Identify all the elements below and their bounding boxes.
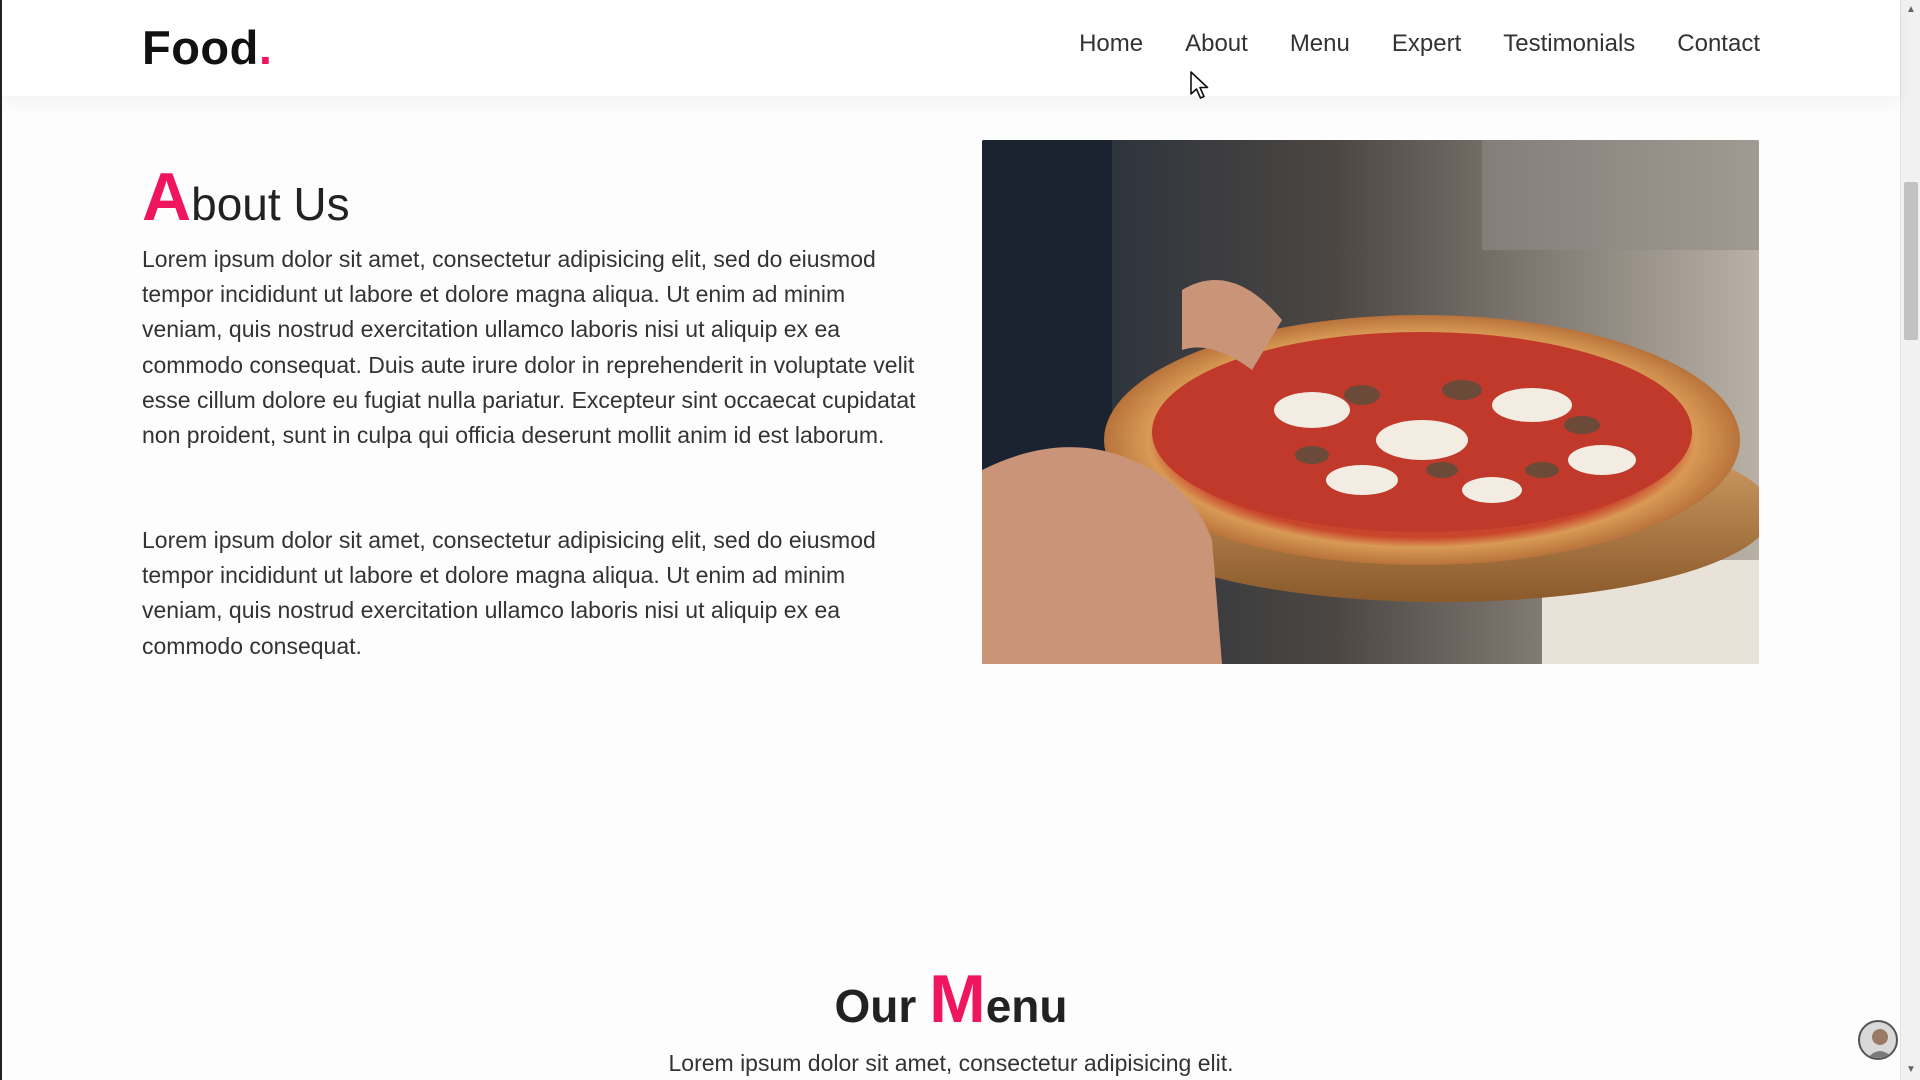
site-header: Food. Home About Menu Expert Testimonial… — [2, 0, 1900, 96]
menu-subtitle: Lorem ipsum dolor sit amet, consectetur … — [668, 1050, 1234, 1076]
about-heading-cap: A — [142, 159, 192, 235]
nav-about[interactable]: About — [1185, 30, 1248, 58]
menu-heading-pre: Our — [834, 980, 930, 1032]
scroll-down-icon[interactable]: ▼ — [1905, 1064, 1917, 1076]
menu-heading: Our Menu — [2, 960, 1900, 1038]
about-heading-rest: bout Us — [191, 178, 350, 230]
nav-menu[interactable]: Menu — [1290, 30, 1350, 58]
logo[interactable]: Food. — [142, 20, 272, 75]
about-paragraph-1: Lorem ipsum dolor sit amet, consectetur … — [142, 246, 916, 449]
menu-heading-cap: M — [929, 961, 986, 1037]
vertical-scrollbar[interactable]: ▲ ▼ — [1900, 0, 1920, 1080]
avatar — [1858, 1020, 1898, 1060]
main-nav: Home About Menu Expert Testimonials Cont… — [1079, 30, 1760, 58]
nav-contact[interactable]: Contact — [1677, 30, 1760, 58]
logo-dot: . — [258, 21, 273, 74]
menu-heading-rest: enu — [985, 980, 1068, 1032]
about-paragraph-2: Lorem ipsum dolor sit amet, consectetur … — [142, 527, 876, 659]
logo-text: Food — [142, 21, 259, 74]
nav-home[interactable]: Home — [1079, 30, 1143, 58]
nav-expert[interactable]: Expert — [1392, 30, 1461, 58]
page: Food. Home About Menu Expert Testimonial… — [0, 0, 1920, 1080]
scroll-thumb[interactable] — [1904, 182, 1918, 340]
pizza-photo — [982, 140, 1759, 664]
scroll-up-icon[interactable]: ▲ — [1905, 4, 1917, 16]
about-heading: About Us — [142, 158, 350, 236]
mouse-cursor-icon — [1190, 71, 1209, 99]
nav-testimonials[interactable]: Testimonials — [1503, 30, 1635, 58]
